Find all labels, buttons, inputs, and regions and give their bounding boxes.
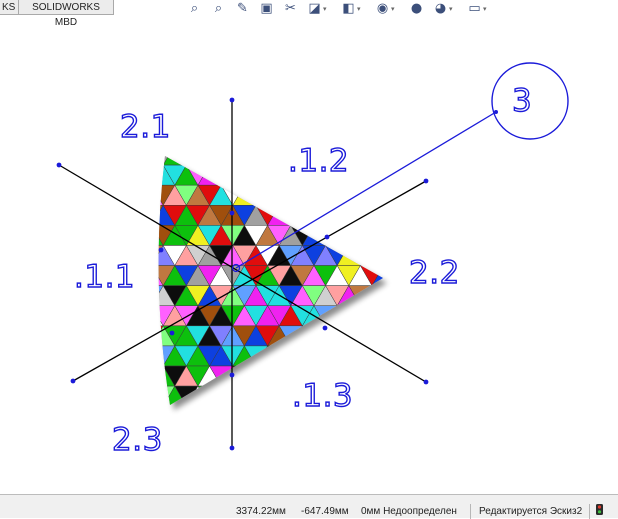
sketch-point[interactable] bbox=[423, 178, 429, 184]
previous-view-icon[interactable]: ✎ bbox=[234, 1, 251, 17]
dimension-label-2-3[interactable]: 2.3 bbox=[111, 424, 163, 456]
sketch-point[interactable] bbox=[229, 210, 235, 216]
status-sketch-state: 0мм Недоопределен bbox=[361, 506, 457, 517]
sketch-point[interactable] bbox=[324, 234, 330, 240]
top-bar: KS SOLIDWORKS MBD ⌕ ⌕ ✎ ▣ ✂ ◪ ▾ ◧ ▾ ◉ ▾ ● ◕ ▾ ▭ ▾ bbox=[0, 0, 618, 28]
display-style-icon[interactable]: ◧ bbox=[340, 1, 357, 17]
sketch-point[interactable] bbox=[169, 330, 175, 336]
tab-solidworks-mbd[interactable]: SOLIDWORKS MBD bbox=[18, 0, 114, 28]
view-orientation-icon[interactable]: ◪ bbox=[306, 1, 323, 17]
zoom-to-fit-icon[interactable]: ⌕ bbox=[186, 1, 203, 17]
dimension-label-1-3[interactable]: .1.3 bbox=[291, 380, 353, 412]
edit-appearance-icon[interactable]: ● bbox=[408, 1, 425, 17]
view-settings-icon[interactable]: ▭ bbox=[466, 1, 483, 17]
view-orientation-dropdown-icon[interactable]: ▾ bbox=[323, 3, 329, 15]
view-settings-dropdown-icon[interactable]: ▾ bbox=[483, 3, 489, 15]
apply-scene-dropdown-icon[interactable]: ▾ bbox=[449, 3, 455, 15]
sketch-point[interactable] bbox=[56, 162, 62, 168]
hide-show-items-dropdown-icon[interactable]: ▾ bbox=[391, 3, 397, 15]
status-x-coordinate: 3374.22мм bbox=[236, 506, 286, 517]
sketch-view[interactable] bbox=[0, 0, 618, 494]
sketch-point[interactable] bbox=[322, 325, 328, 331]
dimension-label-2-2[interactable]: 2.2 bbox=[408, 257, 460, 289]
sketch-point[interactable] bbox=[229, 372, 235, 378]
tab-previous[interactable]: KS bbox=[0, 0, 19, 15]
sketch-point[interactable] bbox=[229, 97, 235, 103]
status-edit-mode[interactable]: Редактируется Эскиз2 bbox=[479, 505, 582, 519]
status-separator bbox=[589, 504, 590, 519]
sketch-point[interactable] bbox=[158, 247, 164, 253]
section-view-icon[interactable]: ▣ bbox=[258, 1, 275, 17]
sketch-point[interactable] bbox=[229, 445, 235, 451]
sketch-point[interactable] bbox=[423, 379, 429, 385]
dynamic-annotation-icon[interactable]: ✂ bbox=[282, 1, 299, 17]
status-y-coordinate: -647.49мм bbox=[301, 506, 349, 517]
zoom-area-icon[interactable]: ⌕ bbox=[210, 1, 227, 17]
apply-scene-icon[interactable]: ◕ bbox=[432, 1, 449, 17]
dimension-label-1-1[interactable]: .1.1 bbox=[73, 261, 135, 293]
status-separator bbox=[470, 504, 471, 519]
sketch-point[interactable] bbox=[70, 378, 76, 384]
dimension-label-2-1[interactable]: 2.1 bbox=[119, 111, 171, 143]
balloon-number[interactable]: 3 bbox=[511, 85, 532, 117]
status-bar: 3374.22мм -647.49мм 0мм Недоопределен Ре… bbox=[0, 494, 618, 519]
graphics-area[interactable]: 2.1 .1.2 .1.1 2.2 .1.3 2.3 3 bbox=[0, 0, 618, 494]
display-style-dropdown-icon[interactable]: ▾ bbox=[357, 3, 363, 15]
hide-show-items-icon[interactable]: ◉ bbox=[374, 1, 391, 17]
dimension-label-1-2[interactable]: .1.2 bbox=[287, 145, 349, 177]
rebuild-indicator-icon[interactable] bbox=[596, 504, 603, 515]
